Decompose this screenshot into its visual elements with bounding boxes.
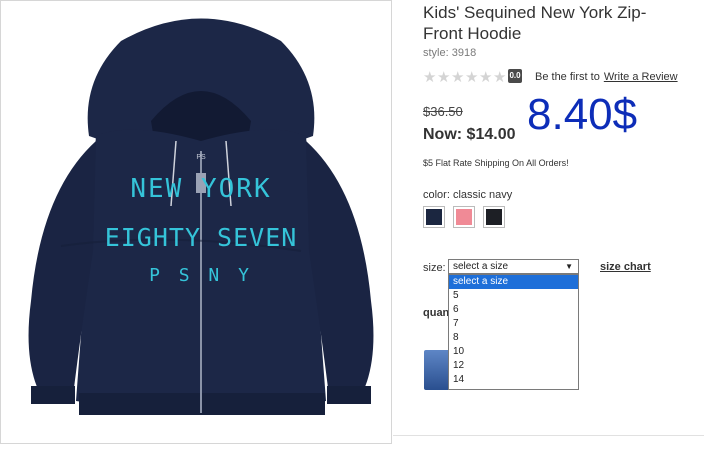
product-image[interactable]: PS NEW YORK EIGHTY SEVEN P S N Y xyxy=(0,0,392,444)
swatch-classic-navy[interactable] xyxy=(423,206,445,228)
size-dropdown-list[interactable]: select a size 5 6 7 8 10 12 14 xyxy=(448,274,579,390)
color-label: color: classic navy xyxy=(423,189,513,201)
size-option[interactable]: 7 xyxy=(449,317,578,331)
shipping-note: $5 Flat Rate Shipping On All Orders! xyxy=(423,158,569,168)
star-icon: ★ xyxy=(437,69,451,86)
sale-price: Now: $14.00 xyxy=(423,126,516,143)
star-icon: ★ xyxy=(479,69,493,86)
size-select-value: select a size xyxy=(453,261,509,272)
style-number: style: 3918 xyxy=(423,47,477,59)
chevron-down-icon: ▼ xyxy=(565,262,573,271)
star-icon: ★ xyxy=(451,69,465,86)
write-review-link[interactable]: Write a Review xyxy=(604,71,678,83)
star-icon: ★ xyxy=(423,69,437,86)
hoodie-print-line1: NEW YORK xyxy=(130,174,271,204)
swatch-black[interactable] xyxy=(483,206,505,228)
size-chart-link[interactable]: size chart xyxy=(600,261,651,273)
size-option[interactable]: 8 xyxy=(449,331,578,345)
section-divider xyxy=(393,435,704,436)
price-overlay: 8.40$ xyxy=(527,90,638,139)
product-title: Kids' Sequined New York Zip-Front Hoodie xyxy=(423,3,647,43)
rating-stars: ★ ★ ★ ★ ★ ★ xyxy=(423,70,507,85)
rating-score: 0.0 xyxy=(508,69,522,83)
hoodie-print-line2: EIGHTY SEVEN xyxy=(105,223,298,252)
quantity-label: quan xyxy=(423,307,450,319)
review-prompt-text: Be the first to xyxy=(535,71,600,83)
hoodie-print-line3: P S N Y xyxy=(149,265,253,286)
size-option[interactable]: 10 xyxy=(449,345,578,359)
size-option[interactable]: 6 xyxy=(449,303,578,317)
review-prompt: Be the first to Write a Review xyxy=(535,71,678,83)
size-select[interactable]: select a size ▼ xyxy=(448,259,579,274)
size-option[interactable]: select a size xyxy=(449,275,578,289)
swatch-pink[interactable] xyxy=(453,206,475,228)
size-label: size: xyxy=(423,262,446,274)
size-option[interactable]: 14 xyxy=(449,373,578,387)
hoodie-badge: PS xyxy=(196,154,206,161)
original-price: $36.50 xyxy=(423,104,463,119)
size-option[interactable]: 12 xyxy=(449,359,578,373)
size-option[interactable]: 5 xyxy=(449,289,578,303)
star-icon: ★ xyxy=(493,69,507,86)
star-icon: ★ xyxy=(465,69,479,86)
hoodie-illustration: PS NEW YORK EIGHTY SEVEN P S N Y xyxy=(28,18,374,415)
